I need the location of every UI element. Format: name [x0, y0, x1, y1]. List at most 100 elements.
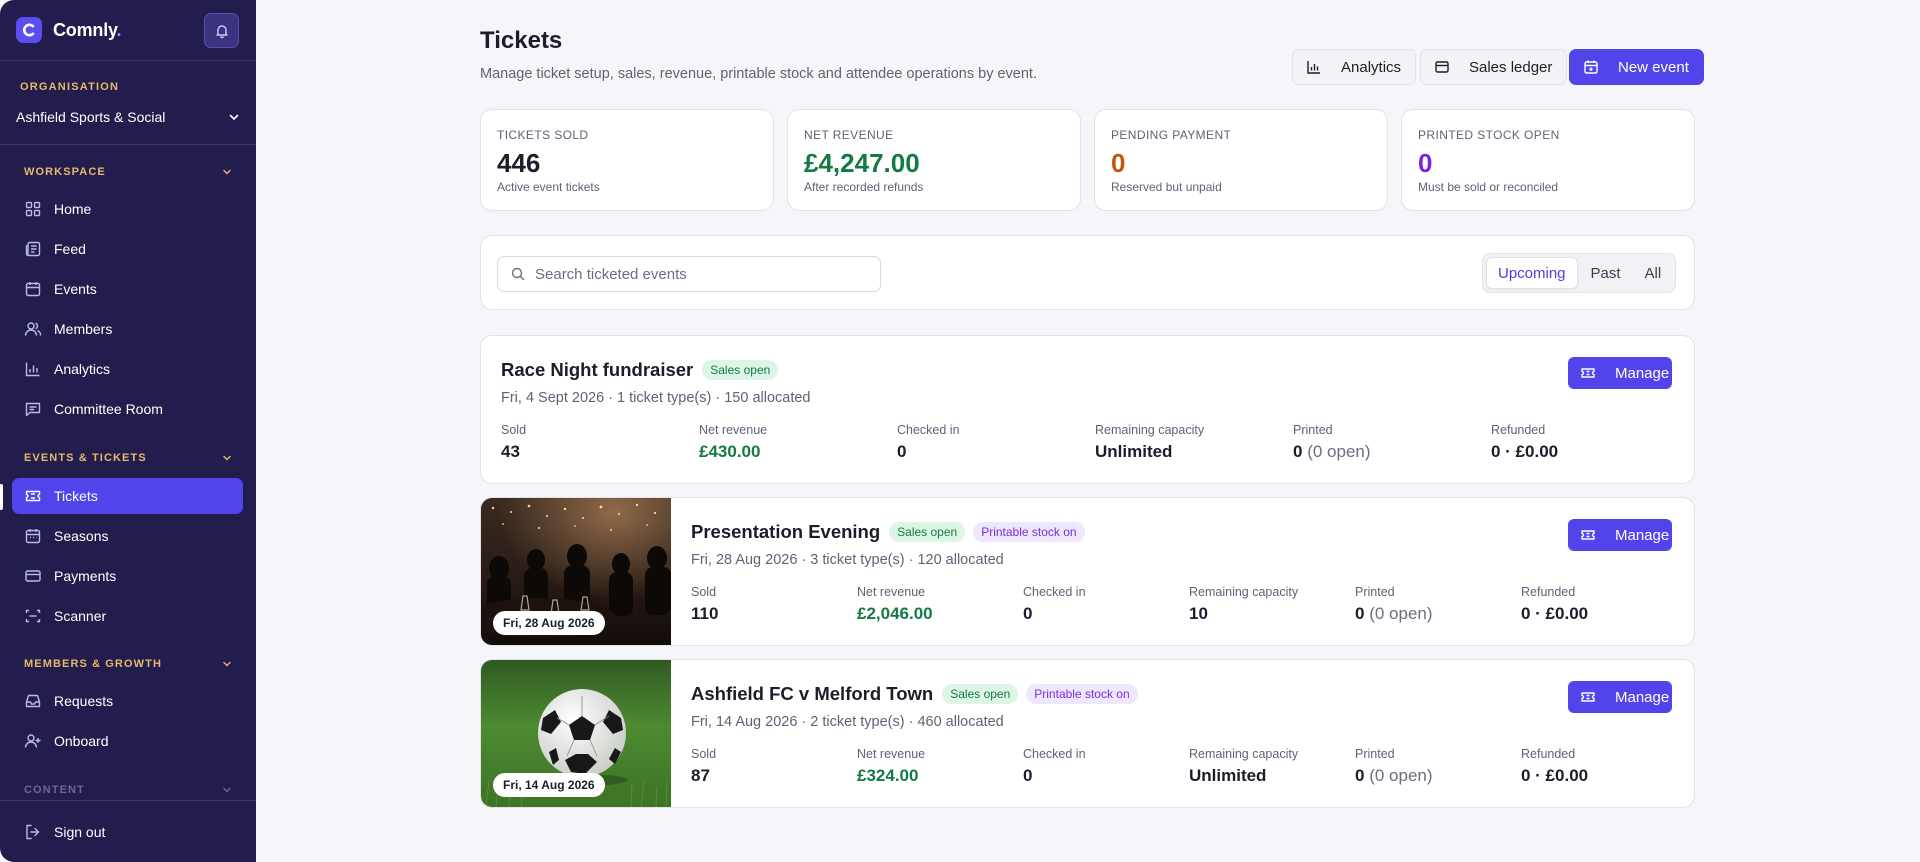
log-out-icon: [26, 824, 40, 840]
col-value: 0: [897, 442, 907, 461]
col-value: 0 · £0.00: [1521, 604, 1589, 623]
col-value: 0 · £0.00: [1491, 442, 1559, 461]
sales-ledger-button[interactable]: Sales ledger: [1420, 49, 1568, 85]
sidebar-item-label: Events: [54, 281, 97, 297]
stat-card-printed-stock-open: PRINTED STOCK OPEN 0 Must be sold or rec…: [1401, 109, 1695, 211]
col-value: 43: [501, 442, 520, 461]
sidebar-item-label: Feed: [54, 241, 86, 257]
new-event-button[interactable]: New event: [1569, 49, 1704, 85]
sold-stat: Sold 87: [691, 747, 716, 786]
stat-note: Must be sold or reconciled: [1418, 180, 1559, 194]
sidebar-item-analytics[interactable]: Analytics: [12, 351, 243, 387]
scan-icon: [25, 609, 41, 623]
sales-ledger-button-label: Sales ledger: [1469, 58, 1553, 76]
col-label: Remaining capacity: [1095, 423, 1205, 437]
sidebar-item-label: Seasons: [54, 528, 109, 544]
tab-upcoming[interactable]: Upcoming: [1486, 257, 1578, 289]
event-title-row: Race Night fundraiser Sales open: [501, 359, 786, 381]
col-label: Refunded: [1521, 747, 1576, 761]
comnly-logo-icon[interactable]: [16, 17, 42, 43]
analytics-button[interactable]: Analytics: [1292, 49, 1417, 85]
col-label: Net revenue: [857, 747, 926, 761]
remaining-capacity-stat: Remaining capacity Unlimited: [1095, 423, 1204, 462]
sidebar-item-label: Home: [54, 201, 92, 217]
manage-button-label: Manage: [1615, 526, 1670, 544]
manage-button[interactable]: Manage: [1568, 681, 1672, 713]
organisation-select[interactable]: Ashfield Sports & Social: [16, 106, 240, 128]
sidebar-item-home[interactable]: Home: [12, 191, 243, 227]
printed-open: (0 open): [1307, 442, 1371, 461]
sidebar-item-scanner[interactable]: Scanner: [12, 598, 243, 634]
refunded-stat: Refunded 0 · £0.00: [1521, 585, 1588, 624]
sidebar-item-tickets[interactable]: Tickets: [12, 478, 243, 514]
section-events-tickets[interactable]: EVENTS & TICKETS: [24, 449, 232, 467]
event-meta: Fri, 14 Aug 2026 · 2 ticket type(s) · 46…: [691, 714, 1004, 730]
col-value: 0 · £0.00: [1521, 766, 1589, 785]
event-title[interactable]: Presentation Evening: [691, 521, 880, 543]
printed-count: 0: [1355, 604, 1365, 623]
refunded-stat: Refunded 0 · £0.00: [1521, 747, 1588, 786]
sidebar-item-seasons[interactable]: Seasons: [12, 518, 243, 554]
event-meta: Fri, 28 Aug 2026 · 3 ticket type(s) · 12…: [691, 552, 1004, 568]
remaining-capacity-stat: Remaining capacity 10: [1189, 585, 1298, 624]
notifications-button[interactable]: [204, 13, 239, 48]
sidebar-item-label: Payments: [54, 568, 117, 584]
col-value: 0: [1023, 766, 1033, 785]
printed-stat: Printed 0 (0 open): [1293, 423, 1371, 462]
event-card: Race Night fundraiser Sales open Fri, 4 …: [480, 335, 1695, 484]
col-value: 110: [691, 604, 719, 623]
section-members-growth[interactable]: MEMBERS & GROWTH: [24, 655, 232, 673]
active-indicator: [0, 484, 3, 510]
tab-past[interactable]: Past: [1580, 257, 1632, 289]
sidebar-item-committee-room[interactable]: Committee Room: [12, 391, 243, 427]
stat-value: 446: [497, 148, 541, 178]
sidebar-item-requests[interactable]: Requests: [12, 683, 243, 719]
stat-label: TICKETS SOLD: [497, 128, 589, 142]
manage-button[interactable]: Manage: [1568, 519, 1672, 551]
sidebar-item-members[interactable]: Members: [12, 311, 243, 347]
home-grid-icon: [25, 201, 41, 217]
sign-out-button[interactable]: Sign out: [12, 814, 243, 850]
section-events-tickets-label: EVENTS & TICKETS: [24, 452, 147, 464]
section-content[interactable]: CONTENT: [24, 781, 232, 799]
bar-chart-icon: [25, 362, 40, 377]
chevron-down-icon: [223, 169, 231, 175]
col-label: Sold: [691, 585, 717, 599]
col-value: 0 (0 open): [1355, 604, 1433, 624]
printed-open: (0 open): [1369, 604, 1433, 623]
search-field[interactable]: [497, 256, 881, 292]
event-title[interactable]: Race Night fundraiser: [501, 359, 693, 381]
sidebar: Comnly. ORGANISATION Ashfield Sports & S…: [0, 0, 256, 862]
col-value: £430.00: [699, 442, 761, 461]
section-workspace[interactable]: WORKSPACE: [24, 163, 232, 181]
status-badge: Sales open: [942, 684, 1019, 704]
sidebar-item-label: Requests: [54, 693, 114, 709]
section-workspace-label: WORKSPACE: [24, 166, 106, 178]
sidebar-item-label: Scanner: [54, 608, 107, 624]
col-label: Printed: [1355, 585, 1395, 599]
new-event-button-label: New event: [1618, 58, 1689, 76]
search-input[interactable]: [535, 265, 855, 283]
sidebar-item-feed[interactable]: Feed: [12, 231, 243, 267]
manage-button[interactable]: Manage: [1568, 357, 1672, 389]
sidebar-item-events[interactable]: Events: [12, 271, 243, 307]
bell-icon: [215, 24, 228, 38]
sidebar-item-onboard[interactable]: Onboard: [12, 723, 243, 759]
checked-in-stat: Checked in 0: [1023, 747, 1086, 786]
stat-card-net-revenue: NET REVENUE £4,247.00 After recorded ref…: [787, 109, 1081, 211]
col-label: Printed: [1355, 747, 1395, 761]
sign-out-label: Sign out: [54, 824, 106, 840]
event-title[interactable]: Ashfield FC v Melford Town: [691, 683, 933, 705]
section-content-label: CONTENT: [24, 784, 85, 796]
col-value: 0 (0 open): [1293, 442, 1371, 462]
tab-all[interactable]: All: [1634, 257, 1673, 289]
stat-value: 0: [1418, 148, 1433, 178]
checked-in-stat: Checked in 0: [1023, 585, 1086, 624]
organisation-switcher: ORGANISATION Ashfield Sports & Social: [0, 61, 256, 145]
sidebar-item-payments[interactable]: Payments: [12, 558, 243, 594]
stat-label: PENDING PAYMENT: [1111, 128, 1232, 142]
ticket-icon: [1581, 692, 1595, 702]
analytics-button-label: Analytics: [1341, 58, 1402, 76]
chevron-down-icon: [223, 455, 231, 461]
col-value: Unlimited: [1189, 766, 1267, 785]
